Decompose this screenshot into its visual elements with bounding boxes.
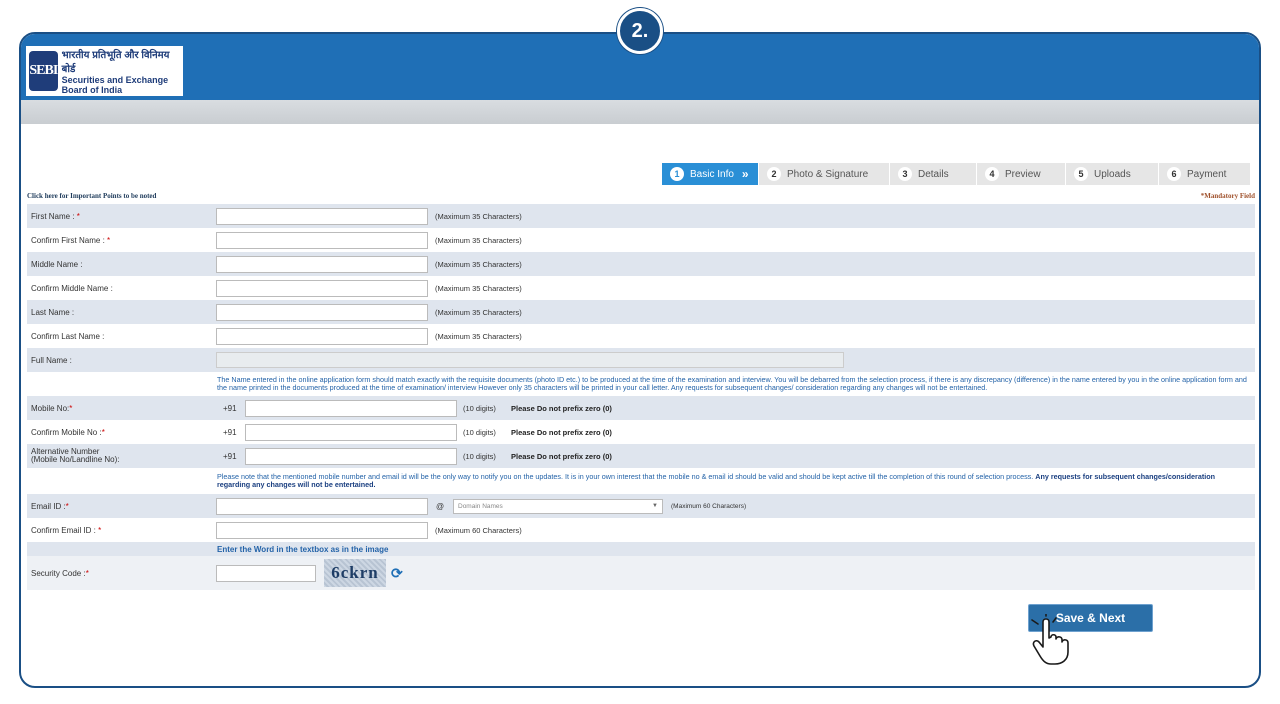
step-label: Payment [1187, 168, 1227, 180]
captcha-instruction: Enter the Word in the textbox as in the … [217, 544, 389, 554]
confirm-last-name-input[interactable] [216, 327, 428, 345]
double-chevron-right-icon: » [741, 167, 749, 181]
email-input[interactable] [216, 497, 428, 515]
alt-mobile-row: Alternative Number (Mobile No/Landline No… [27, 444, 1255, 468]
confirm-last-name-hint: (Maximum 35 Characters) [435, 331, 522, 341]
full-name-display [216, 352, 844, 368]
middle-name-input[interactable] [216, 255, 428, 273]
step-preview[interactable]: 4 Preview [977, 163, 1066, 185]
step-number-badge: 2. [617, 8, 663, 54]
step-number: 1 [670, 167, 684, 181]
progress-stepper: 1 Basic Info » 2 Photo & Signature 3 Det… [662, 163, 1251, 185]
captcha-instruction-row: Enter the Word in the textbox as in the … [27, 542, 1255, 556]
country-code: +91 [223, 403, 237, 413]
security-code-row: Security Code :* 6ckrn ⟳ [27, 556, 1255, 590]
step-number: 4 [985, 167, 999, 181]
confirm-mobile-row: Confirm Mobile No :* +91 (10 digits) Ple… [27, 420, 1255, 444]
mobile-zero-warning: Please Do not prefix zero (0) [511, 403, 612, 413]
confirm-first-name-row: Confirm First Name : * (Maximum 35 Chara… [27, 228, 1255, 252]
last-name-row: Last Name : (Maximum 35 Characters) [27, 300, 1255, 324]
step-number: 3 [898, 167, 912, 181]
step-basic-info[interactable]: 1 Basic Info » [662, 163, 759, 185]
country-code: +91 [223, 451, 237, 461]
name-info-text: The Name entered in the online applicati… [217, 375, 1247, 392]
last-name-input[interactable] [216, 303, 428, 321]
email-domain-placeholder: Domain Names [458, 502, 503, 510]
last-name-label: Last Name : [31, 307, 75, 317]
mobile-info-row: Please note that the mentioned mobile nu… [27, 468, 1255, 494]
confirm-first-name-input[interactable] [216, 231, 428, 249]
confirm-mobile-digits-hint: (10 digits) [463, 427, 496, 437]
step-photo-signature[interactable]: 2 Photo & Signature [759, 163, 890, 185]
email-row: Email ID :* @ Domain Names ▼ (Maximum 60… [27, 494, 1255, 518]
mobile-input[interactable] [245, 399, 457, 417]
confirm-email-row: Confirm Email ID : * (Maximum 60 Charact… [27, 518, 1255, 542]
browser-frame: SEBI भारतीय प्रतिभूति और विनिमय बोर्ड Se… [19, 32, 1261, 688]
alt-mobile-digits-hint: (10 digits) [463, 451, 496, 461]
confirm-mobile-zero-warning: Please Do not prefix zero (0) [511, 427, 612, 437]
step-details[interactable]: 3 Details [890, 163, 977, 185]
security-code-label: Security Code :* [31, 568, 89, 578]
mobile-label: Mobile No:* [31, 403, 73, 413]
full-name-row: Full Name : [27, 348, 1255, 372]
alt-mobile-label: Alternative Number (Mobile No/Landline No… [31, 447, 120, 464]
confirm-middle-name-label: Confirm Middle Name : [31, 283, 113, 293]
step-label: Details [918, 168, 949, 180]
mandatory-field-note: *Mandatory Field [1200, 192, 1255, 200]
nav-bar [21, 100, 1259, 124]
step-label: Basic Info [690, 168, 734, 180]
confirm-last-name-row: Confirm Last Name : (Maximum 35 Characte… [27, 324, 1255, 348]
full-name-label: Full Name : [31, 355, 72, 365]
confirm-email-label: Confirm Email ID : * [31, 525, 102, 535]
mobile-digits-hint: (10 digits) [463, 403, 496, 413]
step-number: 2 [767, 167, 781, 181]
email-domain-select[interactable]: Domain Names ▼ [453, 498, 663, 514]
email-label: Email ID :* [31, 501, 69, 511]
important-points-link[interactable]: Click here for Important Points to be no… [27, 192, 156, 200]
step-number: 6 [1167, 167, 1181, 181]
first-name-hint: (Maximum 35 Characters) [435, 211, 522, 221]
pointer-hand-icon [1031, 614, 1069, 665]
at-sign: @ [436, 501, 445, 511]
logo-english-text: Securities and Exchange Board of India [61, 75, 169, 95]
confirm-middle-name-row: Confirm Middle Name : (Maximum 35 Charac… [27, 276, 1255, 300]
step-label: Photo & Signature [787, 168, 869, 180]
confirm-middle-name-input[interactable] [216, 279, 428, 297]
last-name-hint: (Maximum 35 Characters) [435, 307, 522, 317]
chevron-down-icon: ▼ [652, 503, 658, 509]
confirm-mobile-label: Confirm Mobile No :* [31, 427, 105, 437]
email-hint: (Maximum 60 Characters) [671, 502, 747, 510]
country-code: +91 [223, 427, 237, 437]
alt-mobile-input[interactable] [245, 447, 457, 465]
middle-name-label: Middle Name : [31, 259, 83, 269]
captcha-image: 6ckrn [324, 559, 386, 587]
step-payment[interactable]: 6 Payment [1159, 163, 1251, 185]
sebi-logo: SEBI भारतीय प्रतिभूति और विनिमय बोर्ड Se… [26, 46, 183, 96]
alt-mobile-zero-warning: Please Do not prefix zero (0) [511, 451, 612, 461]
confirm-email-input[interactable] [216, 521, 428, 539]
name-info-row: The Name entered in the online applicati… [27, 372, 1255, 396]
confirm-mobile-input[interactable] [245, 423, 457, 441]
middle-name-hint: (Maximum 35 Characters) [435, 259, 522, 269]
step-uploads[interactable]: 5 Uploads [1066, 163, 1159, 185]
security-code-input[interactable] [216, 564, 316, 582]
first-name-row: First Name : * (Maximum 35 Characters) [27, 204, 1255, 228]
sebi-logo-mark: SEBI [29, 51, 58, 91]
first-name-input[interactable] [216, 207, 428, 225]
mobile-row: Mobile No:* +91 (10 digits) Please Do no… [27, 396, 1255, 420]
logo-hindi-text: भारतीय प्रतिभूति और विनिमय बोर्ड [61, 50, 170, 75]
confirm-last-name-label: Confirm Last Name : [31, 331, 105, 341]
refresh-icon[interactable]: ⟳ [391, 565, 403, 582]
confirm-middle-name-hint: (Maximum 35 Characters) [435, 283, 522, 293]
confirm-email-hint: (Maximum 60 Characters) [435, 525, 522, 535]
step-label: Uploads [1094, 168, 1131, 180]
step-label: Preview [1005, 168, 1041, 180]
mobile-info-text: Please note that the mentioned mobile nu… [217, 472, 1215, 489]
middle-name-row: Middle Name : (Maximum 35 Characters) [27, 252, 1255, 276]
confirm-first-name-label: Confirm First Name : * [31, 235, 111, 245]
step-number: 5 [1074, 167, 1088, 181]
first-name-label: First Name : * [31, 211, 80, 221]
confirm-first-name-hint: (Maximum 35 Characters) [435, 235, 522, 245]
